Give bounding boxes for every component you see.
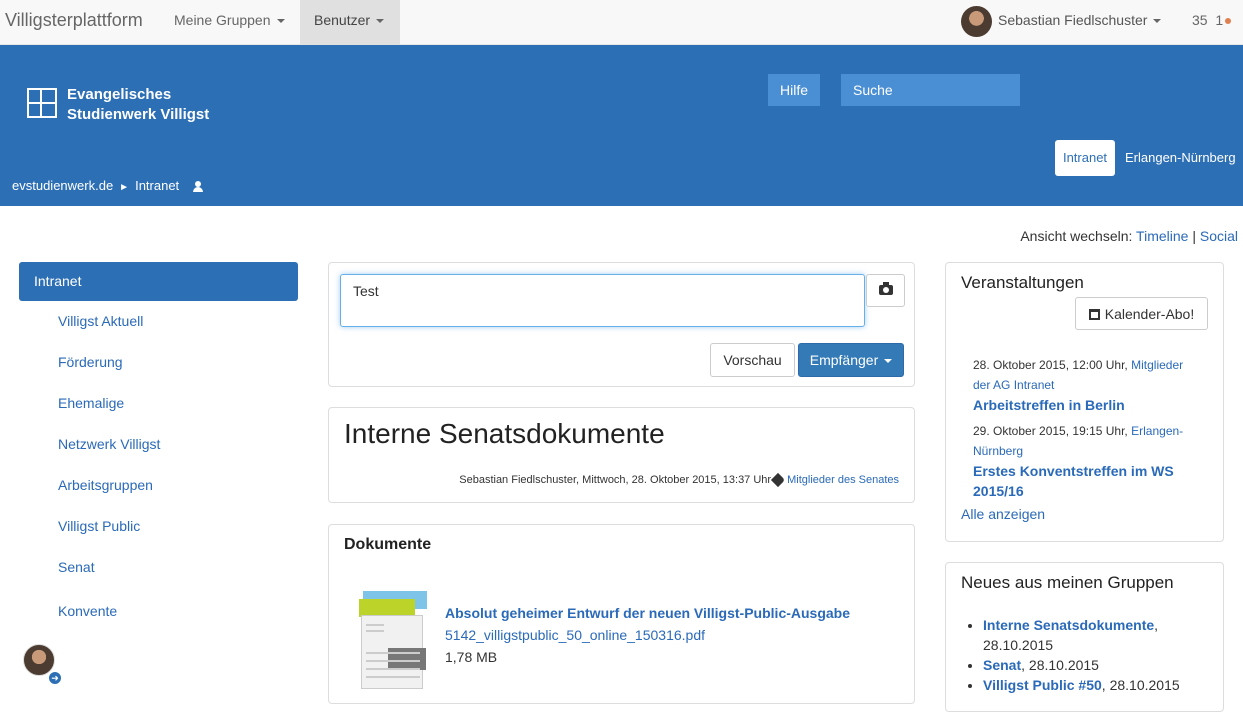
post-author-date: Sebastian Fiedlschuster, Mittwoch, 28. O… <box>459 474 772 486</box>
view-switch-label: Ansicht wechseln: <box>1020 228 1133 244</box>
show-all-events-link[interactable]: Alle anzeigen <box>961 506 1045 522</box>
view-timeline-link[interactable]: Timeline <box>1136 228 1188 244</box>
thumbnail-page <box>361 615 426 689</box>
top-navbar: Villigsterplattform Meine Gruppen Benutz… <box>0 0 1243 45</box>
documents-title: Dokumente <box>344 536 432 553</box>
sidebar-item-intranet[interactable]: Intranet <box>19 262 298 301</box>
list-item: Interne Senatsdokumente, 28.10.2015 <box>983 615 1213 655</box>
count-b: 1 <box>1215 12 1224 28</box>
document-title-link[interactable]: Absolut geheimer Entwurf der neuen Villi… <box>445 605 850 621</box>
view-switch-separator: | <box>1192 228 1196 244</box>
sidebar-item-foerderung[interactable]: Förderung <box>19 342 298 383</box>
thumbnail-text-line <box>366 676 420 678</box>
calendar-subscribe-label: Kalender-Abo! <box>1104 305 1195 322</box>
notification-counts[interactable]: 35 1 <box>1192 12 1232 28</box>
news-item-date: , 28.10.2015 <box>1101 677 1180 693</box>
sidebar-item-villigst-public[interactable]: Villigst Public <box>19 506 298 547</box>
notification-dot-icon <box>1225 18 1232 25</box>
logo-text[interactable]: Evangelisches Studienwerk Villigst <box>67 85 209 125</box>
thumbnail-text-line <box>366 630 384 632</box>
camera-icon <box>879 282 893 295</box>
brand-link[interactable]: Villigsterplattform <box>5 10 143 31</box>
event-title-link[interactable]: Arbeitstreffen in Berlin <box>973 395 1203 415</box>
document-size: 1,78 MB <box>445 649 498 665</box>
calendar-subscribe-button[interactable]: Kalender-Abo! <box>1075 297 1208 330</box>
document-thumbnail[interactable] <box>359 591 427 689</box>
user-menu[interactable]: Sebastian Fiedlschuster <box>998 12 1162 28</box>
sidebar-item-konvente[interactable]: Konvente <box>19 588 298 634</box>
sidebar-menu: Intranet Villigst Aktuell Förderung Ehem… <box>19 262 298 634</box>
thumbnail-text-line <box>366 668 420 670</box>
view-social-link[interactable]: Social <box>1200 228 1238 244</box>
list-item: Senat, 28.10.2015 <box>983 655 1213 675</box>
tag-icon <box>771 473 786 488</box>
logo-line-1: Evangelisches <box>67 86 172 103</box>
sidebar-item-ehemalige[interactable]: Ehemalige <box>19 383 298 424</box>
nav-users[interactable]: Benutzer <box>300 0 400 45</box>
post-title[interactable]: Interne Senatsdokumente <box>344 418 665 450</box>
group-news-list: Interne Senatsdokumente, 28.10.2015 Sena… <box>983 615 1213 695</box>
group-news-panel: Neues aus meinen Gruppen Interne Senatsd… <box>945 562 1224 712</box>
arrow-right-icon[interactable]: ➜ <box>47 670 63 686</box>
user-name: Sebastian Fiedlschuster <box>998 12 1148 28</box>
event-date: 29. Oktober 2015, 19:15 Uhr, <box>973 424 1128 438</box>
thumbnail-text-line <box>366 652 420 654</box>
news-item-link[interactable]: Villigst Public #50 <box>983 677 1102 693</box>
site-header: Evangelisches Studienwerk Villigst Hilfe… <box>0 45 1243 206</box>
chevron-down-icon <box>1153 19 1162 24</box>
event-date: 28. Oktober 2015, 12:00 Uhr, <box>973 358 1128 372</box>
tab-intranet[interactable]: Intranet <box>1055 140 1115 176</box>
logo-cross-icon <box>27 88 57 118</box>
post-card: Interne Senatsdokumente Sebastian Fiedls… <box>328 407 915 503</box>
document-file-link[interactable]: 5142_villigstpublic_50_online_150316.pdf <box>445 627 705 643</box>
user-icon[interactable] <box>193 180 204 193</box>
breadcrumb-current[interactable]: Intranet <box>135 178 179 193</box>
event-title-link[interactable]: Erstes Konventstreffen im WS 2015/16 <box>973 461 1203 501</box>
event-meta: 29. Oktober 2015, 19:15 Uhr, Erlangen-Nü… <box>973 421 1203 461</box>
recipients-button[interactable]: Empfänger <box>798 343 904 377</box>
news-item-link[interactable]: Senat <box>983 657 1021 673</box>
post-group-link[interactable]: Mitglieder des Senates <box>787 474 899 486</box>
news-item-date: , 28.10.2015 <box>1021 657 1099 673</box>
avatar[interactable] <box>961 6 992 37</box>
chevron-down-icon <box>376 19 385 24</box>
post-textarea[interactable]: Test <box>340 274 865 327</box>
events-panel: Veranstaltungen Kalender-Abo! 28. Oktobe… <box>945 262 1224 542</box>
thumbnail-text-line <box>366 624 384 626</box>
recipients-label: Empfänger <box>809 352 879 368</box>
events-title: Veranstaltungen <box>961 273 1084 292</box>
list-item: Villigst Public #50, 28.10.2015 <box>983 675 1213 695</box>
preview-button[interactable]: Vorschau <box>710 343 795 377</box>
chevron-down-icon <box>884 359 893 364</box>
event-meta: 28. Oktober 2015, 12:00 Uhr, Mitglieder … <box>973 355 1203 395</box>
calendar-icon <box>1088 308 1100 320</box>
sidebar-item-senat[interactable]: Senat <box>19 547 298 588</box>
breadcrumb-separator-icon: ► <box>119 182 130 193</box>
logo-line-2: Studienwerk Villigst <box>67 106 210 123</box>
post-meta: Sebastian Fiedlschuster, Mittwoch, 28. O… <box>459 473 899 488</box>
breadcrumb: evstudienwerk.de ► Intranet <box>12 178 204 193</box>
view-switch: Ansicht wechseln: Timeline | Social <box>1020 228 1238 244</box>
group-news-title: Neues aus meinen Gruppen <box>961 573 1174 592</box>
sidebar-item-villigst-aktuell[interactable]: Villigst Aktuell <box>19 301 298 342</box>
sidebar-item-arbeitsgruppen[interactable]: Arbeitsgruppen <box>19 465 298 506</box>
count-a: 35 <box>1192 12 1208 28</box>
nav-my-groups[interactable]: Meine Gruppen <box>160 0 299 45</box>
sidebar-item-netzwerk[interactable]: Netzwerk Villigst <box>19 424 298 465</box>
nav-users-label: Benutzer <box>314 12 371 28</box>
help-button[interactable]: Hilfe <box>768 74 820 106</box>
chevron-down-icon <box>276 19 285 24</box>
tab-erlangen-nuernberg[interactable]: Erlangen-Nürnberg <box>1125 140 1236 176</box>
breadcrumb-home[interactable]: evstudienwerk.de <box>12 178 113 193</box>
thumbnail-text-line <box>366 660 420 662</box>
news-item-link[interactable]: Interne Senatsdokumente <box>983 617 1154 633</box>
add-photo-button[interactable] <box>866 274 905 307</box>
nav-my-groups-label: Meine Gruppen <box>174 12 271 28</box>
documents-panel: Dokumente Absolut geheimer Entwurf der n… <box>328 524 915 704</box>
post-composer: Test Vorschau Empfänger <box>328 262 915 387</box>
search-input[interactable] <box>841 74 1020 106</box>
